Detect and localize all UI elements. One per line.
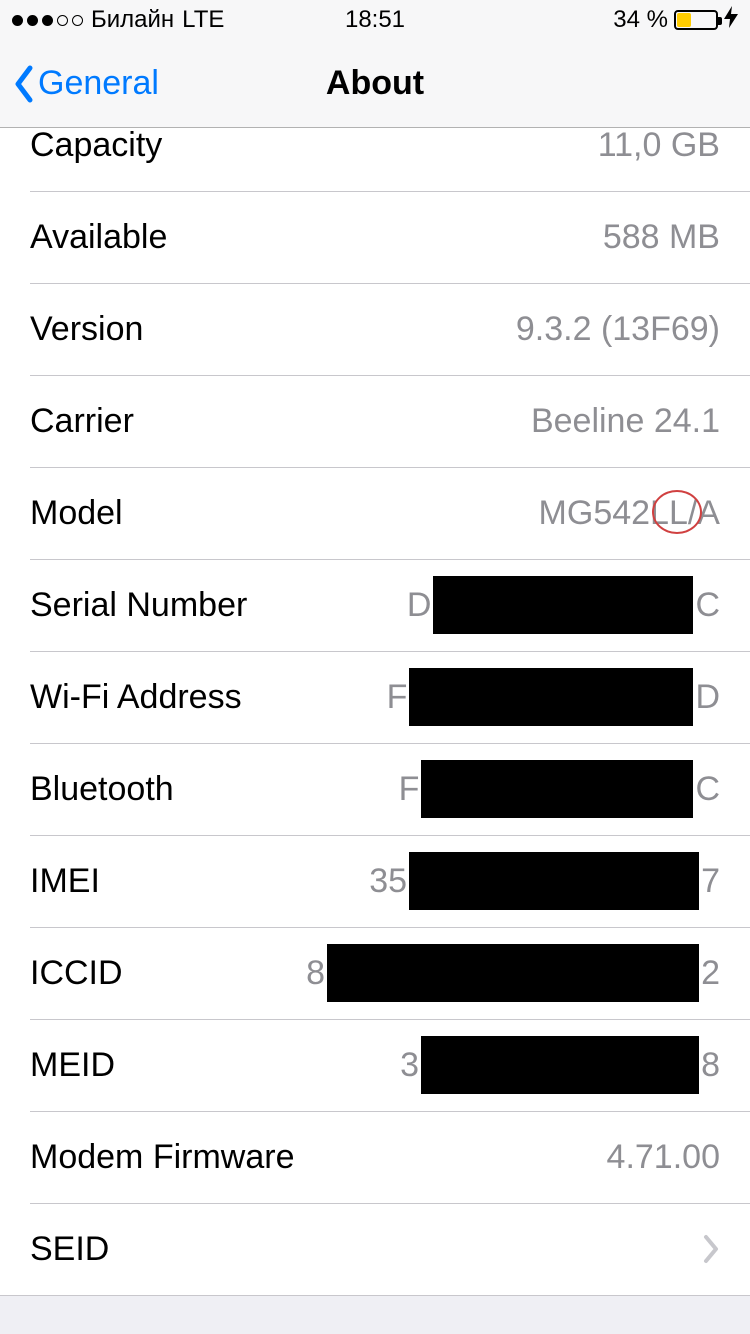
row-value: 3 8 [400, 1036, 720, 1094]
signal-strength-icon [12, 15, 83, 26]
row-value: 588 MB [603, 218, 720, 257]
row-value: F D [387, 668, 720, 726]
row-serial-number[interactable]: Serial Number D C [0, 559, 750, 651]
about-list[interactable]: Capacity 11,0 GB Available 588 MB Versio… [0, 98, 750, 1296]
back-button[interactable]: General [0, 64, 159, 104]
row-capacity[interactable]: Capacity 11,0 GB [0, 99, 750, 191]
status-carrier: Билайн [91, 6, 174, 34]
redaction-bar [433, 576, 693, 634]
row-value: 35 7 [369, 852, 720, 910]
row-value: 8 2 [306, 944, 720, 1002]
row-label: ICCID [30, 954, 123, 993]
chevron-right-icon [702, 1234, 720, 1264]
value-suffix: C [695, 770, 720, 809]
row-bluetooth[interactable]: Bluetooth F C [0, 743, 750, 835]
value-prefix: 3 [400, 1046, 419, 1085]
row-version[interactable]: Version 9.3.2 (13F69) [0, 283, 750, 375]
back-label: General [38, 64, 159, 103]
value-prefix: 8 [306, 954, 325, 993]
row-value-text: MG542LL/A [539, 494, 720, 533]
redaction-bar [421, 760, 693, 818]
row-label: SEID [30, 1230, 109, 1269]
row-label: Serial Number [30, 586, 247, 625]
status-left: Билайн LTE [12, 6, 224, 34]
row-value: 4.71.00 [607, 1138, 720, 1177]
value-prefix: 35 [369, 862, 407, 901]
value-prefix: F [399, 770, 420, 809]
row-label: Version [30, 310, 143, 349]
row-label: Model [30, 494, 123, 533]
row-value: MG542LL/A [539, 494, 720, 533]
status-network: LTE [182, 6, 224, 34]
row-label: Bluetooth [30, 770, 174, 809]
redaction-bar [421, 1036, 699, 1094]
value-prefix: D [407, 586, 432, 625]
value-prefix: F [387, 678, 408, 717]
row-seid[interactable]: SEID [0, 1203, 750, 1295]
spacer [0, 1296, 750, 1326]
row-value: Beeline 24.1 [531, 402, 720, 441]
row-modem-firmware[interactable]: Modem Firmware 4.71.00 [0, 1111, 750, 1203]
row-carrier[interactable]: Carrier Beeline 24.1 [0, 375, 750, 467]
row-label: Modem Firmware [30, 1138, 294, 1177]
chevron-left-icon [12, 64, 36, 104]
value-suffix: 2 [701, 954, 720, 993]
battery-icon [674, 10, 718, 30]
row-value: D C [407, 576, 720, 634]
row-value: 11,0 GB [598, 126, 720, 165]
row-label: Capacity [30, 126, 162, 165]
row-value [686, 1234, 720, 1264]
row-value: F C [399, 760, 720, 818]
row-label: Wi-Fi Address [30, 678, 242, 717]
row-available[interactable]: Available 588 MB [0, 191, 750, 283]
row-wifi-address[interactable]: Wi-Fi Address F D [0, 651, 750, 743]
row-imei[interactable]: IMEI 35 7 [0, 835, 750, 927]
row-iccid[interactable]: ICCID 8 2 [0, 927, 750, 1019]
value-suffix: 7 [701, 862, 720, 901]
redaction-bar [409, 852, 699, 910]
charging-icon [724, 6, 738, 34]
status-time: 18:51 [345, 6, 405, 34]
value-suffix: 8 [701, 1046, 720, 1085]
value-suffix: D [695, 678, 720, 717]
status-right: 34 % [613, 6, 738, 34]
redaction-bar [409, 668, 693, 726]
row-label: IMEI [30, 862, 100, 901]
value-suffix: C [695, 586, 720, 625]
row-meid[interactable]: MEID 3 8 [0, 1019, 750, 1111]
row-label: Carrier [30, 402, 134, 441]
redaction-bar [327, 944, 699, 1002]
row-label: Available [30, 218, 167, 257]
row-label: MEID [30, 1046, 115, 1085]
row-value: 9.3.2 (13F69) [516, 310, 720, 349]
row-model[interactable]: Model MG542LL/A [0, 467, 750, 559]
page-title: About [326, 64, 424, 103]
battery-percent: 34 % [613, 6, 668, 34]
status-bar: Билайн LTE 18:51 34 % [0, 0, 750, 40]
